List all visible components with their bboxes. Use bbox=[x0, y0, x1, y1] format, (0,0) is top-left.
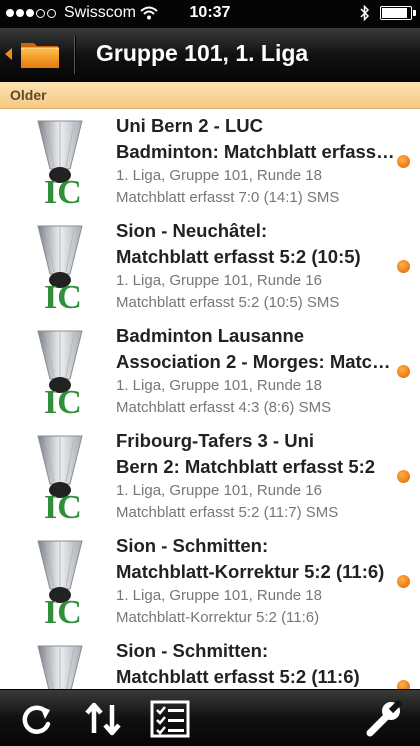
item-summary: Matchblatt erfasst 7:0 (14:1) SMS bbox=[116, 189, 340, 206]
bottom-toolbar bbox=[0, 689, 420, 746]
item-summary: Matchblatt-Korrektur 5:2 (11:6) bbox=[116, 609, 320, 626]
item-league: 1. Liga, Gruppe 101, Runde 16 bbox=[116, 272, 322, 289]
item-title: Uni Bern 2 - LUC Badminton: Matchblatt e… bbox=[116, 113, 396, 165]
svg-text:IC: IC bbox=[44, 594, 82, 627]
item-title: Badminton Lausanne Association 2 - Morge… bbox=[116, 323, 396, 375]
folder-icon bbox=[21, 43, 59, 68]
unread-dot-icon bbox=[397, 575, 410, 588]
message-list[interactable]: IC Uni Bern 2 - LUC Badminton: Matchblat… bbox=[0, 109, 420, 689]
shuttlecock-logo-icon: IC bbox=[37, 645, 83, 689]
checklist-icon[interactable] bbox=[150, 700, 190, 738]
shuttlecock-logo-icon: IC bbox=[37, 540, 83, 627]
bluetooth-icon bbox=[360, 5, 370, 21]
list-item[interactable]: IC Fribourg-Tafers 3 - Uni Bern 2: Match… bbox=[0, 424, 420, 530]
section-header-label: Older bbox=[10, 87, 47, 103]
sort-arrows-icon[interactable] bbox=[84, 700, 124, 738]
svg-text:IC: IC bbox=[44, 279, 82, 312]
item-title-line2: Matchblatt erfasst 5:2 (11:6) bbox=[116, 666, 360, 687]
item-league: 1. Liga, Gruppe 101, Runde 18 bbox=[116, 377, 322, 394]
item-title-line1: Sion - Schmitten: bbox=[116, 535, 269, 556]
item-title-line1: Uni Bern 2 - LUC bbox=[116, 115, 263, 136]
item-title: Sion - Schmitten: Matchblatt-Korrektur 5… bbox=[116, 533, 396, 585]
item-title-line2: Matchblatt erfasst 5:2 (10:5) bbox=[116, 246, 361, 267]
item-league: 1. Liga, Gruppe 101, Runde 16 bbox=[116, 482, 322, 499]
svg-text:IC: IC bbox=[44, 384, 82, 417]
list-item[interactable]: IC Sion - Schmitten: Matchblatt erfasst … bbox=[0, 634, 420, 689]
item-league: 1. Liga, Gruppe 101, Runde 18 bbox=[116, 167, 322, 184]
refresh-icon[interactable] bbox=[16, 700, 56, 738]
item-title-line2: Badminton: Matchblatt erfasst 7:0 (14:1) bbox=[116, 141, 396, 162]
wrench-icon[interactable] bbox=[364, 700, 404, 738]
item-title-line1: Sion - Schmitten: bbox=[116, 640, 269, 661]
battery-icon bbox=[380, 6, 416, 20]
section-header: Older bbox=[0, 82, 420, 109]
item-title-line1: Badminton Lausanne bbox=[116, 325, 305, 346]
item-league: 1. Liga, Gruppe 101, Runde 18 bbox=[116, 587, 322, 604]
shuttlecock-logo-icon: IC bbox=[37, 330, 83, 417]
item-summary: Matchblatt erfasst 5:2 (10:5) SMS bbox=[116, 294, 340, 311]
item-title-line1: Sion - Neuchâtel: bbox=[116, 220, 268, 241]
unread-dot-icon bbox=[397, 260, 410, 273]
page-title: Gruppe 101, 1. Liga bbox=[96, 40, 309, 66]
item-title-line2: Matchblatt-Korrektur 5:2 (11:6) bbox=[116, 561, 385, 582]
unread-dot-icon bbox=[397, 155, 410, 168]
unread-dot-icon bbox=[397, 470, 410, 483]
list-item[interactable]: IC Sion - Neuchâtel: Matchblatt erfasst … bbox=[0, 214, 420, 320]
svg-text:IC: IC bbox=[44, 489, 82, 522]
item-title-line1: Fribourg-Tafers 3 - Uni bbox=[116, 430, 315, 451]
item-summary: Matchblatt erfasst 5:2 (11:7) SMS bbox=[116, 504, 339, 521]
nav-divider bbox=[74, 36, 75, 74]
list-item[interactable]: IC Sion - Schmitten: Matchblatt-Korrektu… bbox=[0, 529, 420, 635]
item-title-line2: Bern 2: Matchblatt erfasst 5:2 bbox=[116, 456, 376, 477]
item-title: Sion - Neuchâtel: Matchblatt erfasst 5:2… bbox=[116, 218, 396, 270]
status-bar: Swisscom 10:37 bbox=[0, 0, 420, 28]
item-title: Fribourg-Tafers 3 - Uni Bern 2: Matchbla… bbox=[116, 428, 396, 480]
item-summary: Matchblatt erfasst 4:3 (8:6) SMS bbox=[116, 399, 332, 416]
clock: 10:37 bbox=[189, 4, 231, 21]
back-arrow-icon bbox=[5, 48, 12, 60]
list-item[interactable]: IC Uni Bern 2 - LUC Badminton: Matchblat… bbox=[0, 109, 420, 215]
list-item[interactable]: IC Badminton Lausanne Association 2 - Mo… bbox=[0, 319, 420, 425]
navigation-bar: Gruppe 101, 1. Liga bbox=[0, 28, 420, 83]
shuttlecock-logo-icon: IC bbox=[37, 225, 83, 312]
svg-text:IC: IC bbox=[44, 174, 82, 207]
shuttlecock-logo-icon: IC bbox=[37, 435, 83, 522]
item-title-line2: Association 2 - Morges: Matchblatt bbox=[116, 351, 396, 372]
unread-dot-icon bbox=[397, 680, 410, 689]
back-button[interactable] bbox=[0, 28, 74, 82]
unread-dot-icon bbox=[397, 365, 410, 378]
shuttlecock-logo-icon: IC bbox=[37, 120, 83, 207]
item-title: Sion - Schmitten: Matchblatt erfasst 5:2… bbox=[116, 638, 396, 689]
